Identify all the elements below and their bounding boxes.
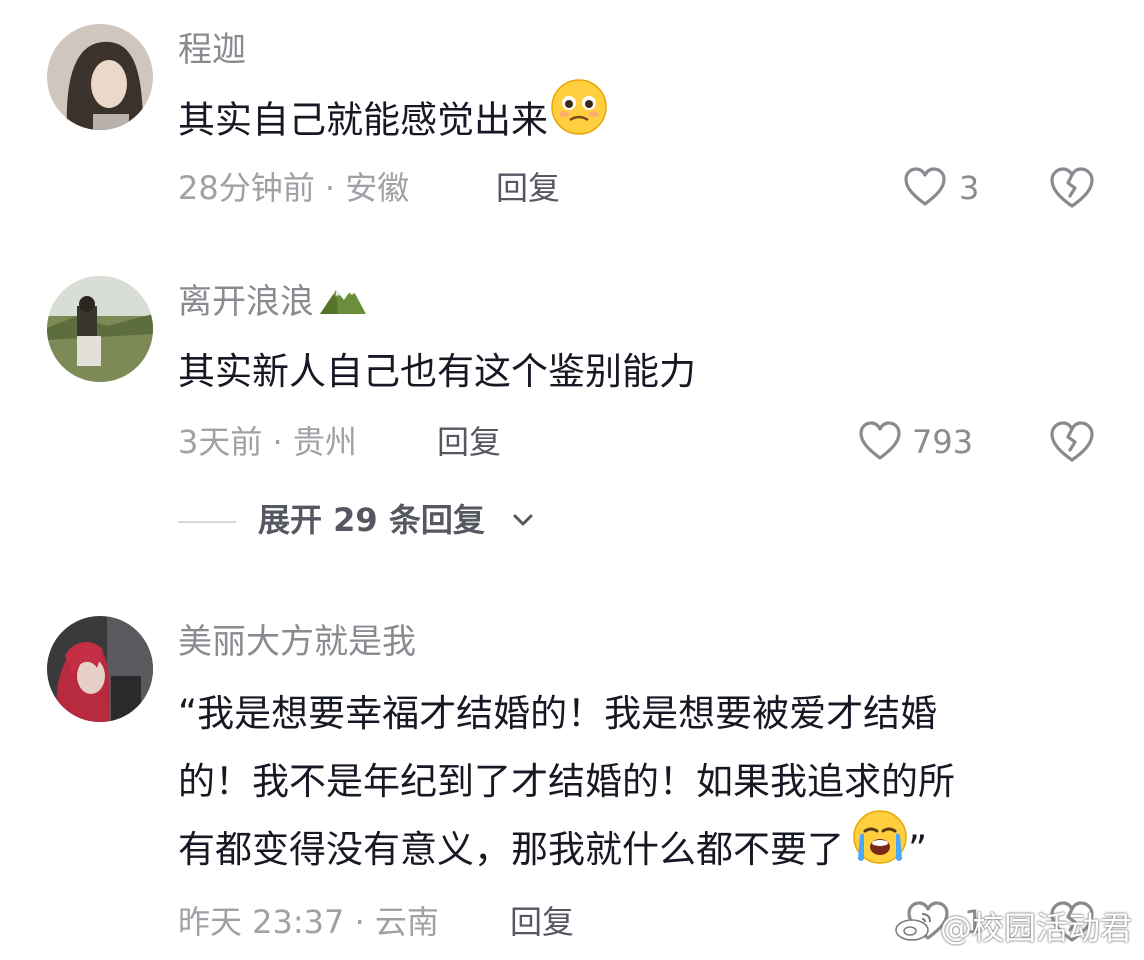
pleading-face-emoji-icon <box>550 78 608 158</box>
watermark: @校园活动君 <box>894 903 1132 950</box>
comment-text-line: 有都变得没有意义，那我就什么都不要了 ” <box>178 809 955 887</box>
dislike-button[interactable] <box>1049 166 1095 210</box>
username[interactable]: 离开浪浪 <box>178 282 368 325</box>
comment-text-end: ” <box>908 828 928 871</box>
comment-text-content: 其实自己就能感觉出来 <box>178 98 548 142</box>
avatar[interactable] <box>47 276 153 382</box>
mountain-icon <box>318 282 368 325</box>
comment-meta: 昨天 23:37 · 云南 <box>178 903 439 941</box>
crying-face-emoji-icon <box>852 809 908 887</box>
reply-button[interactable]: 回复 <box>496 168 560 208</box>
comment-meta: 3天前 · 贵州 <box>178 423 357 461</box>
comment-text-line-content: 有都变得没有意义，那我就什么都不要了 <box>178 828 844 871</box>
broken-heart-icon <box>1049 420 1095 464</box>
like-button[interactable]: 3 <box>903 166 983 208</box>
comment-text: “我是想要幸福才结婚的！我是想要被爱才结婚 的！我不是年纪到了才结婚的！如果我追… <box>178 680 955 887</box>
weibo-logo-icon <box>894 910 934 950</box>
heart-outline-icon <box>858 420 902 462</box>
expand-replies-label: 展开 29 条回复 <box>258 501 485 539</box>
reply-button[interactable]: 回复 <box>510 902 574 942</box>
divider <box>178 521 236 523</box>
reply-button[interactable]: 回复 <box>437 422 501 462</box>
comment-text: 其实新人自己也有这个鉴别能力 <box>178 350 696 393</box>
heart-outline-icon <box>903 166 947 208</box>
watermark-text: @校园活动君 <box>939 909 1132 947</box>
avatar[interactable] <box>47 616 153 722</box>
like-count: 793 <box>912 423 974 461</box>
comment-text-line: “我是想要幸福才结婚的！我是想要被爱才结婚 <box>178 692 938 735</box>
like-button[interactable]: 793 <box>858 420 988 462</box>
comment-text-line: 的！我不是年纪到了才结婚的！如果我追求的所 <box>178 760 955 803</box>
broken-heart-icon <box>1049 166 1095 210</box>
username-text: 离开浪浪 <box>178 282 314 322</box>
avatar[interactable] <box>47 24 153 130</box>
username[interactable]: 程迦 <box>178 30 246 70</box>
chevron-down-icon <box>512 512 534 532</box>
like-count: 3 <box>959 169 980 207</box>
comment-meta: 28分钟前 · 安徽 <box>178 169 410 207</box>
comment-text: 其实自己就能感觉出来 <box>178 79 608 158</box>
dislike-button[interactable] <box>1049 420 1095 464</box>
username[interactable]: 美丽大方就是我 <box>178 622 416 662</box>
